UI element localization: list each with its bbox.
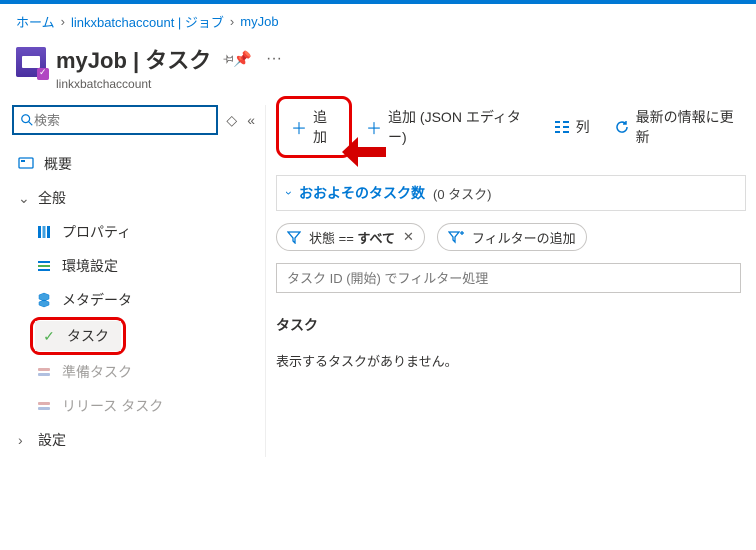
breadcrumb-job[interactable]: myJob xyxy=(240,14,278,29)
annotation-highlight-add: ＋ 追加 xyxy=(276,96,352,158)
sidebar-search[interactable] xyxy=(12,105,218,135)
breadcrumb-account[interactable]: linkxbatchaccount | ジョブ xyxy=(71,12,224,31)
breadcrumb-sep: › xyxy=(230,14,234,29)
toolbar: ＋ 追加 ＋ 追加 (JSON エディター) 列 最新の情報に更新 xyxy=(276,105,750,149)
page-header: myJob | タスク 📌 ··· linkxbatchaccount xyxy=(0,39,756,105)
prep-icon xyxy=(36,364,52,380)
nav-group-settings[interactable]: › 設定 xyxy=(12,423,257,457)
overview-icon xyxy=(18,156,34,172)
env-icon xyxy=(36,258,52,274)
chevron-down-icon: ⌄ xyxy=(18,190,28,207)
release-icon xyxy=(36,398,52,414)
properties-icon xyxy=(36,224,52,240)
page-title: myJob | タスク xyxy=(56,43,211,75)
nav-metadata[interactable]: メタデータ xyxy=(12,283,257,317)
breadcrumb-sep: › xyxy=(61,14,65,29)
more-button[interactable]: ··· xyxy=(262,50,286,68)
refresh-button-label: 最新の情報に更新 xyxy=(636,107,740,147)
add-filter-chip[interactable]: フィルターの追加 xyxy=(437,223,587,251)
nav-group-general-label: 全般 xyxy=(38,188,66,208)
approx-task-count-label[interactable]: おおよそのタスク数 xyxy=(299,183,425,203)
task-id-filter[interactable] xyxy=(276,263,741,293)
sidebar-collapse-icon[interactable]: « xyxy=(245,110,257,130)
filter-icon xyxy=(287,230,301,244)
add-button-label: 追加 xyxy=(313,107,337,147)
annotation-highlight-tasks: ✓ タスク xyxy=(30,317,126,355)
annotation-arrow xyxy=(342,137,386,167)
nav-tasks-label: タスク xyxy=(67,326,109,346)
nav-prep[interactable]: 準備タスク xyxy=(12,355,257,389)
tasks-heading: タスク xyxy=(276,315,750,335)
nav-group-settings-label: 設定 xyxy=(38,430,66,450)
clear-filter-icon[interactable]: ✕ xyxy=(403,229,414,245)
columns-icon xyxy=(554,120,570,134)
nav-properties-label: プロパティ xyxy=(62,222,131,242)
nav-overview-label: 概要 xyxy=(44,154,72,174)
nav-metadata-label: メタデータ xyxy=(62,290,132,310)
state-filter-chip[interactable]: 状態 == すべて ✕ xyxy=(276,223,425,251)
plus-icon: ＋ xyxy=(366,115,382,139)
breadcrumb: ホーム › linkxbatchaccount | ジョブ › myJob xyxy=(0,4,756,39)
state-filter-label: 状態 == すべて xyxy=(309,228,395,247)
approx-task-count-bar[interactable]: › おおよそのタスク数 (0 タスク) xyxy=(276,175,746,211)
add-filter-label: フィルターの追加 xyxy=(472,228,576,247)
tasks-icon: ✓ xyxy=(41,328,57,344)
nav-group-general[interactable]: ⌄ 全般 xyxy=(12,181,257,215)
columns-button[interactable]: 列 xyxy=(544,112,600,142)
sidebar: ◇ « 概要 ⌄ 全般 プロパティ 環境設定 xyxy=(0,105,265,457)
nav-env[interactable]: 環境設定 xyxy=(12,249,257,283)
sidebar-expand-icon[interactable]: ◇ xyxy=(224,110,239,131)
add-filter-icon xyxy=(448,230,464,244)
refresh-button[interactable]: 最新の情報に更新 xyxy=(604,102,750,152)
chevron-right-icon: › xyxy=(18,432,28,448)
nav-release[interactable]: リリース タスク xyxy=(12,389,257,423)
nav-tasks[interactable]: ✓ タスク xyxy=(35,321,121,351)
nav-overview[interactable]: 概要 xyxy=(12,147,257,181)
filter-chip-row: 状態 == すべて ✕ フィルターの追加 xyxy=(276,223,750,251)
breadcrumb-home[interactable]: ホーム xyxy=(16,12,55,31)
metadata-icon xyxy=(36,292,52,308)
nav-release-label: リリース タスク xyxy=(62,396,163,416)
pin-button[interactable]: 📌 xyxy=(233,50,252,68)
plus-icon: ＋ xyxy=(291,115,307,139)
approx-task-count-value: (0 タスク) xyxy=(433,184,492,203)
page-subtitle: linkxbatchaccount xyxy=(56,77,286,91)
resource-icon xyxy=(16,47,46,77)
add-button[interactable]: ＋ 追加 xyxy=(281,102,347,152)
nav-env-label: 環境設定 xyxy=(62,256,118,276)
add-json-button-label: 追加 (JSON エディター) xyxy=(388,107,530,147)
search-icon xyxy=(20,113,34,127)
tasks-empty-message: 表示するタスクがありません。 xyxy=(276,351,750,370)
content-area: ＋ 追加 ＋ 追加 (JSON エディター) 列 最新の情報に更新 xyxy=(265,105,756,457)
nav-prep-label: 準備タスク xyxy=(62,362,132,382)
chevron-down-icon: › xyxy=(282,191,296,195)
columns-button-label: 列 xyxy=(576,117,590,137)
nav-properties[interactable]: プロパティ xyxy=(12,215,257,249)
search-input[interactable] xyxy=(34,113,210,128)
task-id-filter-input[interactable] xyxy=(277,264,740,292)
refresh-icon xyxy=(614,119,630,135)
